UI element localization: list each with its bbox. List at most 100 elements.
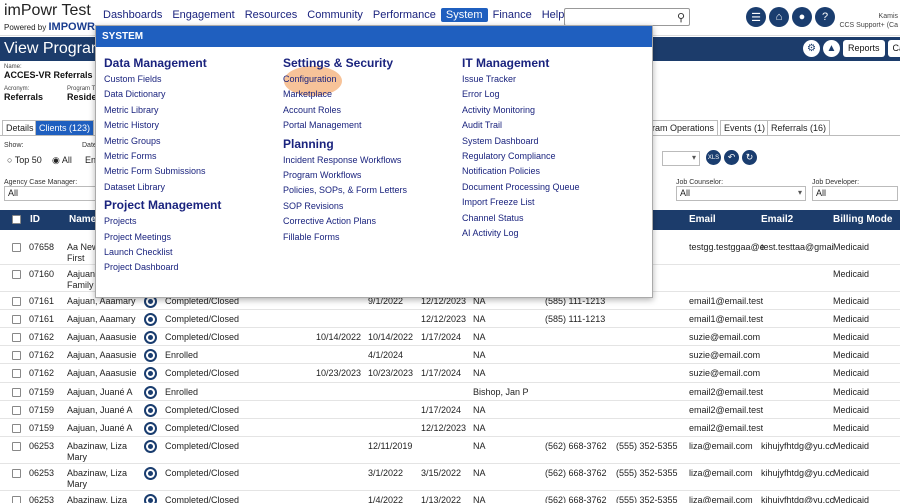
menu-item-marketplace[interactable]: Marketplace bbox=[283, 87, 407, 102]
row-checkbox[interactable] bbox=[12, 270, 21, 279]
menu-item-metric-form-submissions[interactable]: Metric Form Submissions bbox=[104, 164, 221, 179]
menu-item-project-meetings[interactable]: Project Meetings bbox=[104, 230, 221, 245]
tab-program-operations[interactable]: gram Operations bbox=[643, 120, 719, 135]
col-name[interactable]: Name bbox=[69, 214, 96, 225]
user-icon[interactable]: ● bbox=[792, 7, 812, 27]
menu-item-metric-groups[interactable]: Metric Groups bbox=[104, 134, 221, 149]
tab-details[interactable]: Details bbox=[2, 120, 38, 135]
menu-item-account-roles[interactable]: Account Roles bbox=[283, 103, 407, 118]
row-checkbox[interactable] bbox=[12, 243, 21, 252]
row-checkbox[interactable] bbox=[12, 469, 21, 478]
store-icon[interactable]: ⌂ bbox=[769, 7, 789, 27]
agency-select[interactable]: All bbox=[4, 186, 96, 201]
list-icon[interactable]: ☰ bbox=[746, 7, 766, 27]
table-row[interactable]: 07162 Aajuan, Aaasusie Completed/Closed 10/… bbox=[0, 328, 900, 346]
menu-item-sop-revisions[interactable]: SOP Revisions bbox=[283, 199, 407, 214]
menu-item-metric-forms[interactable]: Metric Forms bbox=[104, 149, 221, 164]
row-checkbox[interactable] bbox=[12, 424, 21, 433]
menu-item-notification-policies[interactable]: Notification Policies bbox=[462, 164, 580, 179]
nav-system[interactable]: System bbox=[440, 8, 488, 22]
counselor-select[interactable]: All ▾ bbox=[676, 186, 806, 201]
table-row[interactable]: 06253 Abazinaw, Liza Completed/Closed 3/1/2… bbox=[0, 464, 900, 491]
row-checkbox[interactable] bbox=[12, 297, 21, 306]
tab-clients[interactable]: Clients (123) bbox=[35, 120, 95, 135]
table-row[interactable]: 07161 Aajuan, Aaamary Completed/Closed 12/1… bbox=[0, 310, 900, 328]
view-eye-icon[interactable] bbox=[144, 467, 157, 480]
menu-item-custom-fields[interactable]: Custom Fields bbox=[104, 72, 221, 87]
gear-icon[interactable]: ⚙ bbox=[803, 40, 820, 57]
user-info[interactable]: Kamis CCS Support+ (Ca bbox=[839, 12, 898, 30]
menu-item-portal-management[interactable]: Portal Management bbox=[283, 118, 407, 133]
col-id[interactable]: ID bbox=[30, 214, 40, 225]
row-checkbox[interactable] bbox=[12, 388, 21, 397]
view-eye-icon[interactable] bbox=[144, 313, 157, 326]
view-eye-icon[interactable] bbox=[144, 386, 157, 399]
menu-item-ai-activity-log[interactable]: AI Activity Log bbox=[462, 226, 580, 241]
row-checkbox[interactable] bbox=[12, 369, 21, 378]
menu-item-regulatory-compliance[interactable]: Regulatory Compliance bbox=[462, 149, 580, 164]
tab-events[interactable]: Events (1) bbox=[720, 120, 770, 135]
view-eye-icon[interactable] bbox=[144, 422, 157, 435]
reports-button[interactable]: Reports bbox=[843, 40, 885, 57]
menu-item-projects[interactable]: Projects bbox=[104, 214, 221, 229]
menu-item-system-dashboard[interactable]: System Dashboard bbox=[462, 134, 580, 149]
menu-item-configuration[interactable]: Configuration bbox=[283, 72, 407, 87]
help-icon[interactable]: ? bbox=[815, 7, 835, 27]
menu-item-fillable-forms[interactable]: Fillable Forms bbox=[283, 230, 407, 245]
nav-engagement[interactable]: Engagement bbox=[167, 8, 239, 22]
table-row[interactable]: 06253 Abazinaw, Liza Completed/Closed 12/11… bbox=[0, 437, 900, 464]
menu-item-channel-status[interactable]: Channel Status bbox=[462, 211, 580, 226]
status-select[interactable]: ▾ bbox=[662, 151, 700, 166]
nav-finance[interactable]: Finance bbox=[488, 8, 537, 22]
radio-top50[interactable]: ○ Top 50 bbox=[7, 155, 42, 165]
search-input[interactable]: ⚲ bbox=[564, 8, 690, 26]
menu-item-incident-response-workflows[interactable]: Incident Response Workflows bbox=[283, 153, 407, 168]
search-icon[interactable]: ⚲ bbox=[677, 11, 685, 24]
xls-button[interactable]: XLS bbox=[706, 150, 721, 165]
row-checkbox[interactable] bbox=[12, 315, 21, 324]
menu-item-launch-checklist[interactable]: Launch Checklist bbox=[104, 245, 221, 260]
menu-item-corrective-action-plans[interactable]: Corrective Action Plans bbox=[283, 214, 407, 229]
table-row[interactable]: 06253 Abazinaw, Liza Completed/Closed 1/4/2… bbox=[0, 491, 900, 503]
undo-icon[interactable]: ↶ bbox=[724, 150, 739, 165]
row-checkbox[interactable] bbox=[12, 496, 21, 503]
nav-dashboards[interactable]: Dashboards bbox=[98, 8, 167, 22]
menu-item-policies-sops-form-letters[interactable]: Policies, SOPs, & Form Letters bbox=[283, 183, 407, 198]
table-row[interactable]: 07159 Aajuan, Juané A Completed/Closed 12/1… bbox=[0, 419, 900, 437]
col-email[interactable]: Email bbox=[689, 214, 716, 225]
nav-performance[interactable]: Performance bbox=[368, 8, 441, 22]
nav-resources[interactable]: Resources bbox=[240, 8, 303, 22]
view-eye-icon[interactable] bbox=[144, 404, 157, 417]
refresh-icon[interactable]: ↻ bbox=[742, 150, 757, 165]
brand-name[interactable]: imPowr Test bbox=[4, 2, 91, 20]
radio-all[interactable]: ◉ All bbox=[52, 155, 72, 166]
menu-item-program-workflows[interactable]: Program Workflows bbox=[283, 168, 407, 183]
table-row[interactable]: 07162 Aajuan, Aaasusie Enrolled 4/1/2024 NA s… bbox=[0, 346, 900, 364]
select-all-checkbox[interactable] bbox=[12, 215, 21, 224]
menu-item-document-processing-queue[interactable]: Document Processing Queue bbox=[462, 180, 580, 195]
other-button[interactable]: Ca bbox=[887, 40, 900, 57]
menu-item-metric-library[interactable]: Metric Library bbox=[104, 103, 221, 118]
menu-item-project-dashboard[interactable]: Project Dashboard bbox=[104, 260, 221, 275]
col-email2[interactable]: Email2 bbox=[761, 214, 793, 225]
row-checkbox[interactable] bbox=[12, 442, 21, 451]
table-row[interactable]: 07159 Aajuan, Juané A Enrolled Bishop, Jan … bbox=[0, 383, 900, 401]
table-row[interactable]: 07159 Aajuan, Juané A Completed/Closed 1/17… bbox=[0, 401, 900, 419]
hierarchy-icon[interactable]: ▲ bbox=[823, 40, 840, 57]
menu-item-import-freeze-list[interactable]: Import Freeze List bbox=[462, 195, 580, 210]
tab-referrals[interactable]: Referrals (16) bbox=[767, 120, 831, 135]
nav-community[interactable]: Community bbox=[302, 8, 368, 22]
row-checkbox[interactable] bbox=[12, 406, 21, 415]
view-eye-icon[interactable] bbox=[144, 494, 157, 503]
view-eye-icon[interactable] bbox=[144, 331, 157, 344]
row-checkbox[interactable] bbox=[12, 351, 21, 360]
table-row[interactable]: 07162 Aajuan, Aaasusie Completed/Closed 10/… bbox=[0, 364, 900, 383]
menu-item-issue-tracker[interactable]: Issue Tracker bbox=[462, 72, 580, 87]
view-eye-icon[interactable] bbox=[144, 349, 157, 362]
col-billing[interactable]: Billing Mode bbox=[833, 214, 892, 225]
menu-item-data-dictionary[interactable]: Data Dictionary bbox=[104, 87, 221, 102]
view-eye-icon[interactable] bbox=[144, 367, 157, 380]
row-checkbox[interactable] bbox=[12, 333, 21, 342]
menu-item-dataset-library[interactable]: Dataset Library bbox=[104, 180, 221, 195]
menu-item-metric-history[interactable]: Metric History bbox=[104, 118, 221, 133]
